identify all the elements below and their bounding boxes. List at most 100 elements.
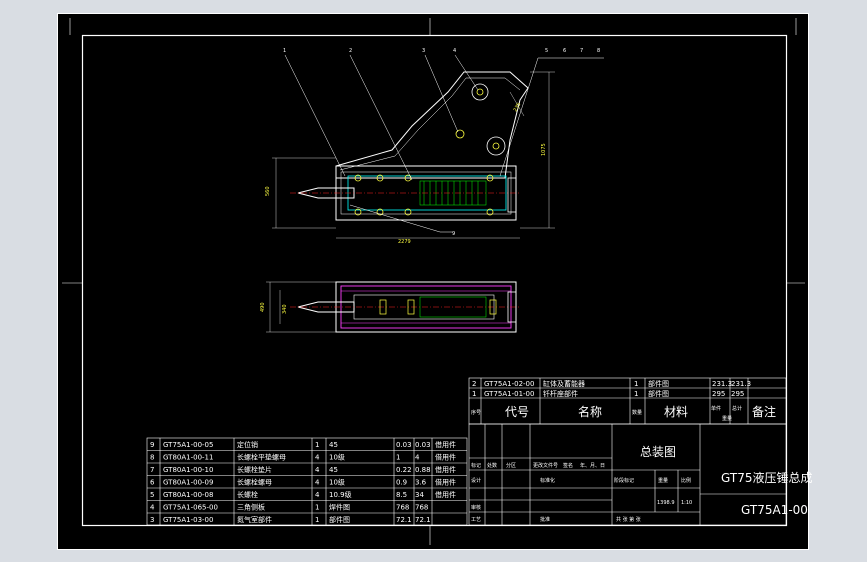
lower-row-3-no: 6 — [150, 479, 155, 487]
label-date: 年、月、日 — [580, 462, 605, 469]
lower-row-0-code: GT75A1-00-05 — [163, 441, 213, 449]
lower-row-0-material: 45 — [329, 441, 338, 449]
lower-row-5-w2: 768 — [415, 504, 428, 512]
balloon-2: 2 — [349, 48, 352, 54]
lower-row-4-code: GT80A1-00-08 — [163, 491, 213, 499]
lower-row-3-w2: 3.6 — [415, 479, 427, 487]
lower-row-3-material: 10级 — [329, 478, 345, 487]
balloon-4: 4 — [453, 48, 456, 54]
lower-row-5-name: 三角侧板 — [237, 503, 265, 512]
lower-row-3-remark: 借用件 — [435, 478, 456, 487]
header-qty: 数量 — [632, 409, 642, 416]
upper-row-1-w1: 295 — [712, 390, 725, 398]
cad-viewport: 1 2 3 4 5 6 7 8 9 560 2279 1075 235 490 … — [0, 0, 867, 562]
upper-row-1-qty: 1 — [634, 390, 638, 398]
lower-row-2-code: GT80A1-00-10 — [163, 466, 213, 474]
lower-row-4-name: 长螺栓 — [237, 490, 258, 499]
header-code: 代号 — [505, 405, 529, 419]
lower-row-3-w1: 0.9 — [396, 479, 407, 487]
lower-row-0-remark: 借用件 — [435, 440, 456, 449]
label-standard: 标准化 — [540, 477, 555, 484]
lower-row-1-w2: 4 — [415, 454, 420, 462]
lower-row-0-qty: 1 — [315, 441, 319, 449]
label-mark: 标记 — [471, 462, 481, 469]
label-review: 审核 — [471, 504, 481, 511]
lower-row-6-no: 3 — [150, 516, 154, 524]
balloon-8: 8 — [597, 48, 600, 54]
label-change-doc: 更改文件号 — [533, 462, 558, 469]
lower-row-2-no: 7 — [150, 466, 154, 474]
upper-row-1-material: 部件图 — [648, 389, 669, 398]
upper-row-1-no: 1 — [472, 390, 476, 398]
label-sign: 签名 — [563, 462, 573, 469]
lower-row-2-qty: 4 — [315, 466, 320, 474]
header-name: 名称 — [578, 404, 602, 419]
header-unit-weight: 单件 — [711, 405, 721, 412]
lower-row-2-name: 长螺栓垫片 — [237, 465, 272, 474]
lower-row-1-remark: 借用件 — [435, 453, 456, 462]
lower-row-3-code: GT80A1-00-09 — [163, 479, 213, 487]
dim-top-inner: 340 — [282, 304, 288, 314]
label-stage-mark: 阶段标记 — [614, 477, 634, 484]
lower-row-5-no: 4 — [150, 504, 155, 512]
header-remark: 备注 — [752, 404, 776, 419]
label-design: 设计 — [471, 477, 481, 484]
lower-row-4-qty: 4 — [315, 491, 320, 499]
dim-top-height: 490 — [260, 302, 266, 312]
lower-row-2-material: 45 — [329, 466, 338, 474]
balloon-9: 9 — [452, 231, 455, 237]
header-total-weight: 总计 — [732, 405, 742, 412]
upper-row-0-no: 2 — [472, 380, 476, 388]
lower-row-5-material: 焊件图 — [329, 503, 350, 512]
scale-value: 1:10 — [681, 500, 692, 506]
dim-front-length: 2279 — [398, 239, 411, 245]
balloon-6: 6 — [563, 48, 566, 54]
balloon-5: 5 — [545, 48, 548, 54]
lower-row-6-name: 氮气室部件 — [237, 515, 272, 524]
label-zone: 分区 — [506, 462, 516, 469]
balloon-1: 1 — [283, 48, 286, 54]
label-scale: 比例 — [681, 477, 691, 484]
lower-row-5-qty: 1 — [315, 504, 319, 512]
lower-row-5-code: GT75A1-065-00 — [163, 504, 218, 512]
lower-row-6-w2: 72.1 — [415, 516, 431, 524]
upper-row-1-w2: 295 — [731, 390, 744, 398]
lower-row-1-material: 10级 — [329, 453, 345, 462]
upper-row-0-material: 部件图 — [648, 379, 669, 388]
lower-row-6-code: GT75A1-03-00 — [163, 516, 213, 524]
lower-row-5-w1: 768 — [396, 504, 409, 512]
lower-row-2-remark: 借用件 — [435, 465, 456, 474]
upper-row-0-w2: 231.3 — [731, 380, 751, 388]
lower-row-1-name: 长螺栓平垫螺母 — [237, 453, 286, 462]
lower-row-6-material: 部件图 — [329, 515, 350, 524]
lower-row-1-w1: 1 — [396, 454, 400, 462]
drawing-canvas: 1 2 3 4 5 6 7 8 9 560 2279 1075 235 490 … — [57, 13, 812, 550]
lower-row-6-w1: 72.1 — [396, 516, 412, 524]
lower-row-3-name: 长螺栓螺母 — [237, 478, 272, 487]
lower-row-2-w2: 0.88 — [415, 466, 431, 474]
upper-row-1-name: 钎杆座部件 — [543, 389, 578, 398]
upper-row-0-code: GT75A1-02-00 — [484, 380, 534, 388]
label-count: 处数 — [487, 462, 497, 469]
lower-row-3-qty: 4 — [315, 479, 320, 487]
lower-row-0-name: 定位销 — [237, 440, 258, 449]
upper-row-1-code: GT75A1-01-00 — [484, 390, 534, 398]
header-seq: 序号 — [471, 409, 481, 416]
label-process: 工艺 — [471, 517, 481, 523]
lower-row-1-code: GT80A1-00-11 — [163, 454, 213, 462]
lower-row-4-w2: 34 — [415, 491, 424, 499]
lower-row-6-qty: 1 — [315, 516, 319, 524]
lower-row-4-material: 10.9级 — [329, 490, 352, 499]
dim-front-height: 560 — [265, 186, 271, 196]
header-weight: 重量 — [722, 415, 732, 422]
drawing-title: GT75液压锤总成 — [721, 470, 812, 485]
lower-row-4-w1: 8.5 — [396, 491, 407, 499]
label-weight: 重量 — [658, 477, 668, 484]
lower-row-0-w1: 0.03 — [396, 441, 412, 449]
drawing-number: GT75A1-00 — [741, 503, 808, 517]
balloon-3: 3 — [422, 48, 425, 54]
label-approve: 批准 — [540, 516, 550, 523]
dim-front-right-height: 1075 — [541, 143, 547, 156]
upper-row-0-qty: 1 — [634, 380, 638, 388]
lower-row-1-no: 8 — [150, 454, 154, 462]
